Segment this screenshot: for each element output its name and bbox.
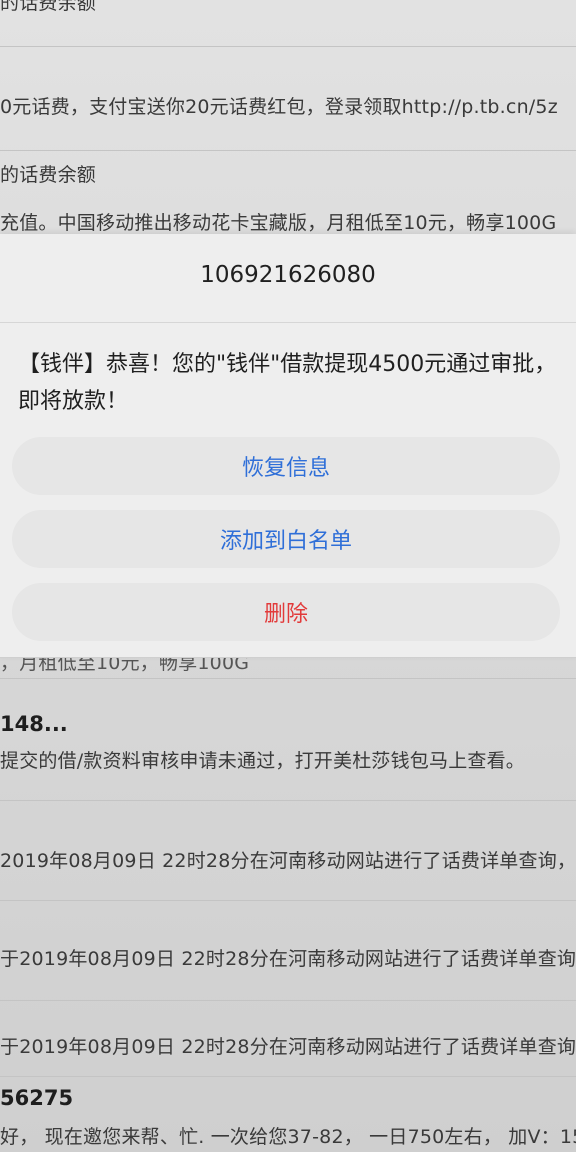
sheet-divider [0, 322, 576, 323]
list-item-snippet[interactable]: 的话费余额 [0, 160, 576, 187]
list-item-snippet[interactable]: 0元话费，支付宝送你20元话费红包，登录领取http://p.tb.cn/5z [0, 92, 576, 119]
list-divider [0, 1000, 576, 1001]
list-item-snippet[interactable]: 于2019年08月09日 22时28分在河南移动网站进行了话费详单查询，特此 [0, 944, 576, 971]
sheet-bottom-divider [0, 657, 576, 658]
list-item-snippet[interactable]: 好， 现在邀您来帮、忙. 一次给您37-82， 一日750左右， 加V：1588… [0, 1122, 576, 1149]
list-divider [0, 150, 576, 151]
list-item-snippet[interactable]: 2019年08月09日 22时28分在河南移动网站进行了话费详单查询，特 [0, 846, 576, 873]
list-item-snippet[interactable]: 提交的借/款资料审核申请未通过，打开美杜莎钱包马上查看。 [0, 746, 576, 773]
message-action-sheet: 106921626080 【钱伴】恭喜！您的"钱伴"借款提现4500元通过审批，… [0, 234, 576, 658]
message-body: 【钱伴】恭喜！您的"钱伴"借款提现4500元通过审批，即将放款！ [18, 352, 557, 414]
list-divider [0, 900, 576, 901]
list-divider [0, 1076, 576, 1077]
delete-button[interactable]: 删除 [12, 583, 560, 641]
list-item-snippet[interactable]: 于2019年08月09日 22时28分在河南移动网站进行了话费详单查询，特此 [0, 1032, 576, 1059]
sender-number: 106921626080 [200, 262, 376, 288]
add-to-whitelist-button[interactable]: 添加到白名单 [12, 510, 560, 568]
list-divider [0, 678, 576, 679]
list-item-snippet[interactable]: 的话费余额 [0, 0, 576, 15]
list-divider [0, 46, 576, 47]
list-item-sender[interactable]: 56275 [0, 1086, 576, 1110]
list-item-sender[interactable]: 148... [0, 712, 576, 736]
restore-message-button[interactable]: 恢复信息 [12, 437, 560, 495]
list-divider [0, 800, 576, 801]
list-item-snippet[interactable]: 充值。中国移动推出移动花卡宝藏版，月租低至10元，畅享100G [0, 208, 576, 235]
